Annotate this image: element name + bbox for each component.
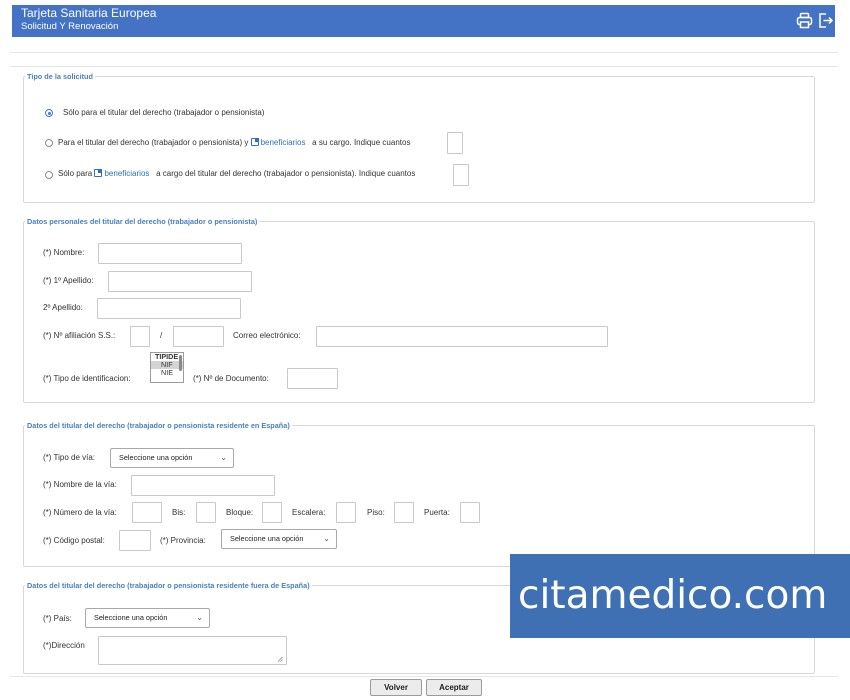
app-header: Tarjeta Sanitaria Europea Solicitud Y Re…	[12, 5, 835, 37]
radio-titular-only[interactable]	[45, 109, 53, 117]
bis-label: Bis:	[172, 508, 186, 517]
print-icon[interactable]	[796, 12, 813, 29]
provincia-label: (*) Provincia:	[160, 536, 206, 545]
tipo-via-select[interactable]: Seleccione una opción ⌄	[110, 448, 234, 468]
nombre-input[interactable]	[98, 243, 242, 264]
select-value: Seleccione una opción	[94, 613, 168, 622]
bloque-input[interactable]	[262, 502, 282, 523]
tipo-id-label: (*) Tipo de identificacion:	[43, 374, 131, 383]
apellido1-label: (*) 1º Apellido:	[43, 276, 94, 285]
num-documento-input[interactable]	[287, 368, 338, 389]
link-label: beneficiarios	[260, 138, 306, 147]
radio-label: Sólo para beneficiarios a cargo del titu…	[58, 169, 415, 179]
codigo-postal-input[interactable]	[119, 530, 151, 551]
logout-icon[interactable]	[817, 12, 834, 29]
section-legend: Datos del titular del derecho (trabajado…	[27, 581, 310, 590]
beneficiarios-link[interactable]: beneficiarios	[250, 138, 306, 147]
select-value: Seleccione una opción	[119, 453, 193, 462]
tipo-via-label: (*) Tipo de vía:	[43, 453, 96, 462]
chevron-down-icon: ⌄	[196, 613, 203, 622]
escalera-input[interactable]	[336, 502, 356, 523]
piso-input[interactable]	[394, 502, 414, 523]
divider	[10, 52, 838, 53]
apellido1-input[interactable]	[108, 271, 252, 292]
nombre-via-input[interactable]	[131, 475, 275, 496]
chevron-down-icon: ⌄	[323, 534, 330, 543]
puerta-label: Puerta:	[424, 508, 450, 517]
escalera-label: Escalera:	[292, 508, 326, 517]
tipo-id-listbox[interactable]: TIPIDE NIF NIE	[150, 352, 184, 383]
resize-grip-icon[interactable]	[277, 656, 283, 662]
piso-label: Piso:	[367, 508, 385, 517]
beneficiarios-count-input[interactable]	[447, 132, 463, 154]
option-text: a cargo del titular del derecho (trabaja…	[156, 169, 416, 178]
section-legend: Datos del titular del derecho (trabajado…	[27, 421, 290, 430]
external-link-icon	[94, 169, 103, 177]
select-value: Seleccione una opción	[230, 534, 304, 543]
direccion-textarea[interactable]	[98, 636, 287, 665]
scrollbar[interactable]	[179, 355, 182, 371]
section-legend: Tipo de la solicitud	[27, 72, 93, 81]
radio-titular-beneficiarios[interactable]	[45, 139, 53, 147]
afiliacion-slash: /	[160, 331, 163, 340]
chevron-down-icon: ⌄	[220, 453, 227, 462]
radio-label: Para el titular del derecho (trabajador …	[58, 138, 410, 148]
apellido2-label: 2º Apellido:	[43, 303, 83, 312]
link-label: beneficiarios	[104, 169, 150, 178]
divider	[10, 66, 838, 67]
puerta-input[interactable]	[460, 502, 480, 523]
watermark-banner: citamedico.com	[510, 554, 850, 638]
codigo-postal-label: (*) Código postal:	[43, 536, 105, 545]
numero-via-label: (*) Número de la vía:	[43, 508, 117, 517]
afiliacion-prov-input[interactable]	[130, 326, 150, 347]
option-text: Sólo para	[58, 169, 93, 178]
page-subtitle: Solicitud Y Renovación	[21, 21, 119, 32]
aceptar-button[interactable]: Aceptar	[426, 679, 482, 696]
radio-label: Sólo para el titular del derecho (trabaj…	[63, 108, 265, 117]
correo-input[interactable]	[316, 326, 608, 347]
apellido2-input[interactable]	[97, 298, 241, 319]
pais-select[interactable]: Seleccione una opción ⌄	[85, 608, 210, 628]
radio-solo-beneficiarios[interactable]	[45, 171, 53, 179]
external-link-icon	[250, 138, 259, 146]
divider	[10, 676, 838, 677]
option-text: a su cargo. Indique cuantos	[312, 138, 411, 147]
provincia-select[interactable]: Seleccione una opción ⌄	[221, 529, 337, 549]
nombre-via-label: (*) Nombre de la vía:	[43, 480, 117, 489]
beneficiarios-link[interactable]: beneficiarios	[94, 169, 149, 178]
page-title: Tarjeta Sanitaria Europea	[21, 6, 157, 20]
volver-button[interactable]: Volver	[370, 679, 422, 696]
direccion-label: (*)Dirección	[43, 641, 85, 650]
afiliacion-number-input[interactable]	[173, 326, 224, 347]
afiliacion-label: (*) Nº afiliación S.S.:	[43, 331, 116, 340]
pais-label: (*) País:	[43, 614, 72, 623]
num-documento-label: (*) Nº de Documento:	[193, 374, 269, 383]
bloque-label: Bloque:	[226, 508, 254, 517]
numero-via-input[interactable]	[132, 502, 162, 523]
nombre-label: (*) Nombre:	[43, 248, 85, 257]
correo-label: Correo electrónico:	[233, 331, 301, 340]
section-legend: Datos personales del titular del derecho…	[27, 217, 258, 226]
beneficiarios-count-input[interactable]	[453, 164, 469, 186]
option-text: Para el titular del derecho (trabajador …	[58, 138, 249, 147]
bis-input[interactable]	[196, 502, 216, 523]
